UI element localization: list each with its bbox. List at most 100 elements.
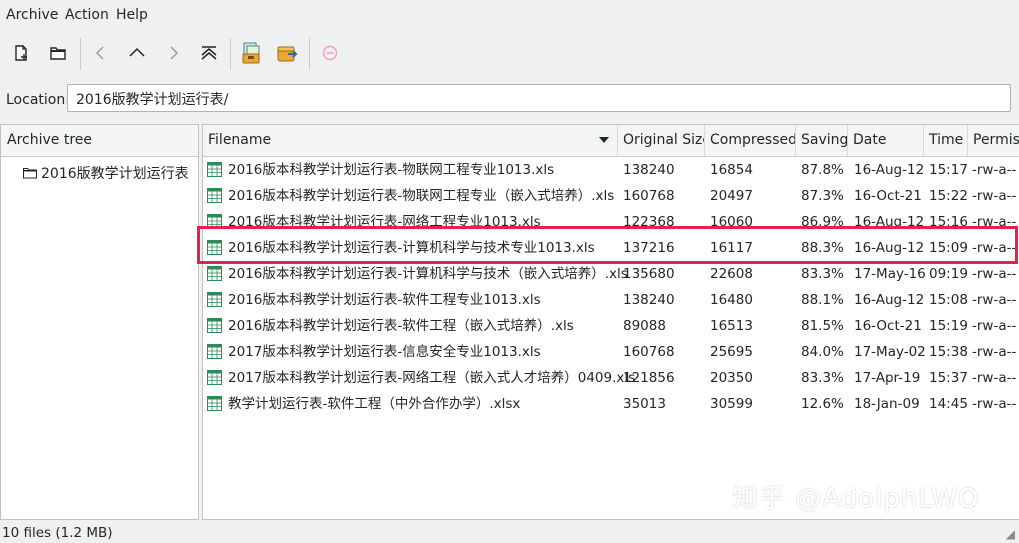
toolbar <box>0 32 1019 76</box>
home-icon <box>201 46 217 60</box>
time-cell: 14:45 <box>929 396 968 412</box>
table-row[interactable]: 2017版本科教学计划运行表-信息安全专业1013.xls 160768 25695… <box>203 339 1019 365</box>
spreadsheet-icon <box>207 396 222 411</box>
menu-help[interactable]: Help <box>116 7 148 23</box>
tree-item-folder[interactable]: 2016版教学计划运行表 <box>23 163 189 183</box>
date-cell: 16-Oct-21 <box>854 318 922 334</box>
date-cell: 16-Aug-12 <box>854 292 925 308</box>
time-cell: 15:08 <box>929 292 968 308</box>
spreadsheet-icon <box>207 188 222 203</box>
time-cell: 15:09 <box>929 240 968 256</box>
saving-cell: 86.9% <box>801 214 844 230</box>
saving-cell: 83.3% <box>801 266 844 282</box>
permissions-cell: -rw-a-- <box>972 292 1017 308</box>
time-cell: 15:19 <box>929 318 968 334</box>
filename-cell: 2016版本科教学计划运行表-物联网工程专业（嵌入式培养）.xls <box>228 188 615 204</box>
permissions-cell: -rw-a-- <box>972 214 1017 230</box>
statusbar: 10 files (1.2 MB) ◢ <box>0 522 1019 543</box>
sort-descending-icon <box>599 137 609 143</box>
filename-cell: 2016版本科教学计划运行表-计算机科学与技术（嵌入式培养）.xls <box>228 266 628 282</box>
table-row[interactable]: 2017版本科教学计划运行表-网络工程（嵌入式人才培养）0409.xls 1218… <box>203 365 1019 391</box>
file-list-panel: Filename Original Size Compressed Saving… <box>202 124 1019 520</box>
original-size-cell: 137216 <box>623 240 675 256</box>
watermark: 知乎 @AdolphLWQ <box>732 484 980 514</box>
status-text: 10 files (1.2 MB) <box>2 525 113 541</box>
filename-cell: 2017版本科教学计划运行表-网络工程（嵌入式人才培养）0409.xls <box>228 370 636 386</box>
table-row[interactable]: 教学计划运行表-软件工程（中外合作办学）.xlsx 35013 30599 12.6%… <box>203 391 1019 417</box>
original-size-cell: 160768 <box>623 344 675 360</box>
filename-cell: 2016版本科教学计划运行表-软件工程专业1013.xls <box>228 292 541 308</box>
open-archive-button[interactable] <box>43 36 73 70</box>
original-size-cell: 122368 <box>623 214 675 230</box>
back-button[interactable] <box>86 36 116 70</box>
column-filename[interactable]: Filename <box>203 125 618 156</box>
column-permissions[interactable]: Permis <box>968 125 1019 156</box>
table-row[interactable]: 2016版本科教学计划运行表-物联网工程专业（嵌入式培养）.xls 160768 2… <box>203 183 1019 209</box>
compressed-cell: 16854 <box>710 162 753 178</box>
menu-archive[interactable]: Archive <box>6 7 58 23</box>
column-compressed[interactable]: Compressed <box>705 125 796 156</box>
time-cell: 15:17 <box>929 162 968 178</box>
archive-tree-header: Archive tree <box>1 125 198 157</box>
permissions-cell: -rw-a-- <box>972 318 1017 334</box>
original-size-cell: 138240 <box>623 162 675 178</box>
new-archive-button[interactable] <box>6 36 36 70</box>
column-saving[interactable]: Saving <box>796 125 848 156</box>
saving-cell: 84.0% <box>801 344 844 360</box>
up-icon <box>129 47 145 57</box>
up-button[interactable] <box>122 36 152 70</box>
compressed-cell: 22608 <box>710 266 753 282</box>
saving-cell: 12.6% <box>801 396 844 412</box>
original-size-cell: 35013 <box>623 396 666 412</box>
column-date[interactable]: Date <box>848 125 924 156</box>
tree-item-label: 2016版教学计划运行表 <box>41 166 189 182</box>
spreadsheet-icon <box>207 240 222 255</box>
permissions-cell: -rw-a-- <box>972 344 1017 360</box>
location-input[interactable]: 2016版教学计划运行表/ <box>67 84 1011 112</box>
time-cell: 15:22 <box>929 188 968 204</box>
forward-button[interactable] <box>158 36 188 70</box>
home-button[interactable] <box>194 36 224 70</box>
spreadsheet-icon <box>207 214 222 229</box>
date-cell: 16-Aug-12 <box>854 214 925 230</box>
extract-icon <box>242 42 260 64</box>
table-row[interactable]: 2016版本科教学计划运行表-软件工程专业1013.xls 138240 16480… <box>203 287 1019 313</box>
toolbar-separator <box>230 38 231 70</box>
filename-cell: 2016版本科教学计划运行表-网络工程专业1013.xls <box>228 214 541 230</box>
archive-tree-panel: Archive tree 2016版教学计划运行表 <box>0 124 199 520</box>
permissions-cell: -rw-a-- <box>972 240 1017 256</box>
time-cell: 09:19 <box>929 266 968 282</box>
menu-action[interactable]: Action <box>65 7 109 23</box>
date-cell: 17-May-02 <box>854 344 926 360</box>
saving-cell: 83.3% <box>801 370 844 386</box>
date-cell: 17-Apr-19 <box>854 370 921 386</box>
table-row[interactable]: 2016版本科教学计划运行表-计算机科学与技术专业1013.xls 137216 1… <box>203 235 1019 261</box>
saving-cell: 81.5% <box>801 318 844 334</box>
permissions-cell: -rw-a-- <box>972 396 1017 412</box>
table-row[interactable]: 2016版本科教学计划运行表-网络工程专业1013.xls 122368 16060… <box>203 209 1019 235</box>
filename-cell: 2016版本科教学计划运行表-计算机科学与技术专业1013.xls <box>228 240 595 256</box>
add-files-button[interactable] <box>272 36 302 70</box>
table-row[interactable]: 2016版本科教学计划运行表-软件工程（嵌入式培养）.xls 89088 16513… <box>203 313 1019 339</box>
saving-cell: 87.3% <box>801 188 844 204</box>
filename-cell: 教学计划运行表-软件工程（中外合作办学）.xlsx <box>228 396 521 412</box>
time-cell: 15:37 <box>929 370 968 386</box>
table-row[interactable]: 2016版本科教学计划运行表-计算机科学与技术（嵌入式培养）.xls 135680… <box>203 261 1019 287</box>
compressed-cell: 30599 <box>710 396 753 412</box>
table-row[interactable]: 2016版本科教学计划运行表-物联网工程专业1013.xls 138240 1685… <box>203 157 1019 183</box>
back-icon <box>95 46 104 60</box>
compressed-cell: 20497 <box>710 188 753 204</box>
permissions-cell: -rw-a-- <box>972 162 1017 178</box>
compressed-cell: 16513 <box>710 318 753 334</box>
column-original-size[interactable]: Original Size <box>618 125 705 156</box>
column-time[interactable]: Time <box>924 125 968 156</box>
resize-grip-icon[interactable]: ◢ <box>1006 527 1015 541</box>
date-cell: 16-Oct-21 <box>854 188 922 204</box>
original-size-cell: 160768 <box>623 188 675 204</box>
permissions-cell: -rw-a-- <box>972 370 1017 386</box>
extract-button[interactable] <box>236 36 266 70</box>
original-size-cell: 135680 <box>623 266 675 282</box>
spreadsheet-icon <box>207 318 222 333</box>
column-filename-label: Filename <box>208 132 272 148</box>
stop-button[interactable] <box>315 36 345 70</box>
